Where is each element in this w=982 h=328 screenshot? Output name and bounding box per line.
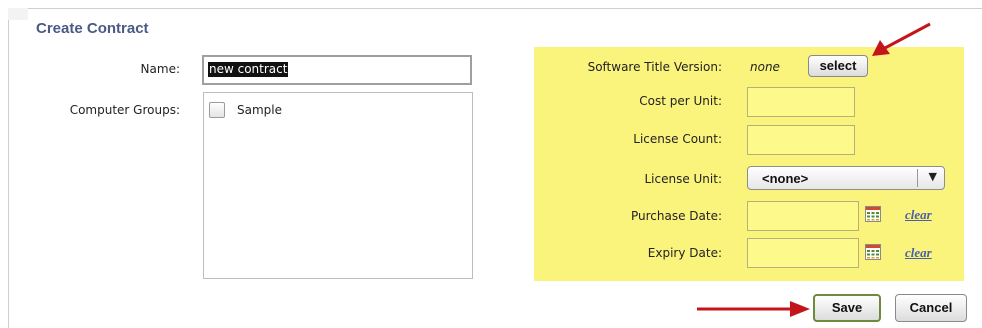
software-title-version-label: Software Title Version: — [587, 60, 722, 74]
name-label: Name: — [140, 62, 180, 76]
panel-corner-tab — [8, 8, 28, 20]
name-input-value: new contract — [208, 62, 289, 77]
computer-groups-label: Computer Groups: — [69, 103, 180, 117]
cancel-button[interactable]: Cancel — [895, 294, 967, 322]
computer-groups-list: Sample — [203, 92, 473, 279]
expiry-date-clear-link[interactable]: clear — [905, 245, 932, 261]
chevron-down-icon: ▼ — [928, 170, 937, 183]
save-button[interactable]: Save — [813, 294, 881, 322]
select-button[interactable]: select — [808, 55, 868, 77]
cost-per-unit-label: Cost per Unit: — [639, 94, 722, 108]
page-title: Create Contract — [36, 20, 149, 37]
purchase-date-label: Purchase Date: — [630, 209, 722, 223]
group-label-sample: Sample — [237, 103, 282, 117]
license-unit-value: <none> — [762, 171, 809, 186]
license-count-label: License Count: — [633, 132, 722, 146]
purchase-date-input[interactable] — [747, 201, 859, 231]
cost-per-unit-input[interactable] — [747, 87, 855, 117]
license-unit-select[interactable]: <none> ▼ — [747, 166, 945, 190]
purchase-date-clear-link[interactable]: clear — [905, 207, 932, 223]
license-unit-label: License Unit: — [644, 172, 722, 186]
group-checkbox-sample[interactable] — [209, 102, 225, 118]
calendar-icon[interactable] — [865, 244, 881, 260]
software-title-version-value: none — [750, 60, 780, 74]
calendar-icon[interactable] — [865, 206, 881, 222]
dropdown-separator — [917, 169, 918, 187]
expiry-date-label: Expiry Date: — [647, 246, 722, 260]
license-count-input[interactable] — [747, 125, 855, 155]
expiry-date-input[interactable] — [747, 238, 859, 268]
